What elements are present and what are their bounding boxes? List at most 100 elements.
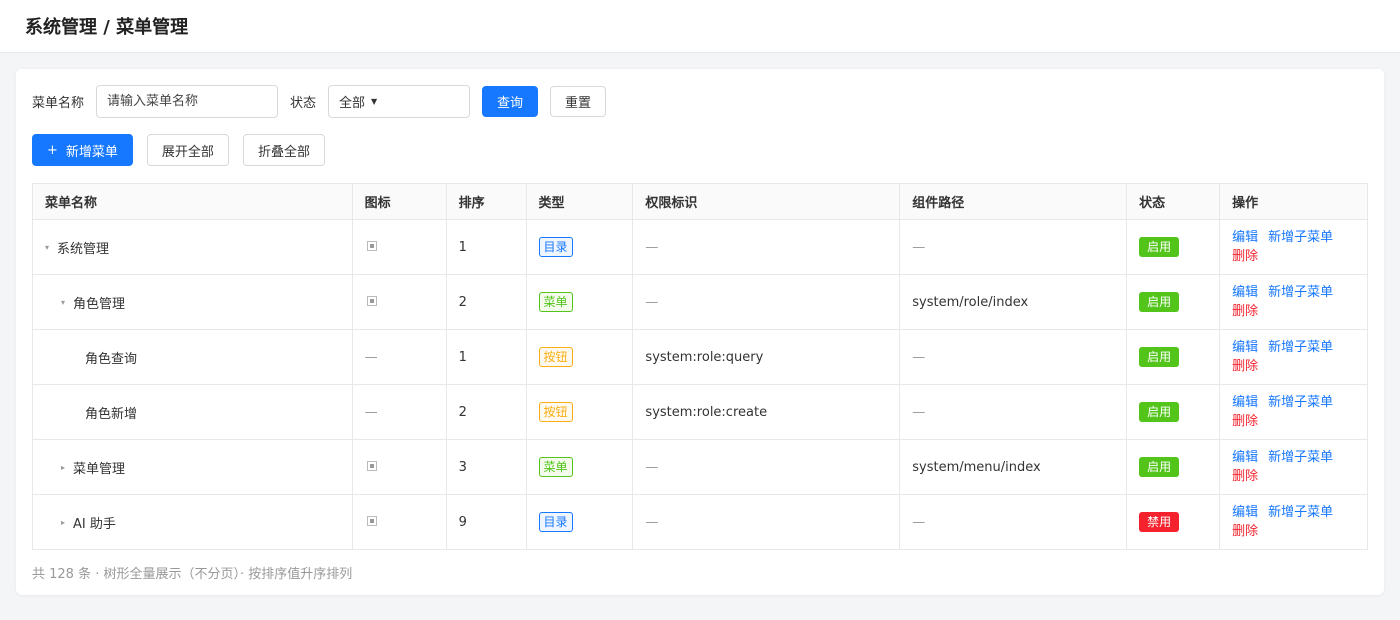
sort-cell: 2 [445,274,527,330]
add-child-link[interactable]: 新增子菜单 [1268,340,1333,355]
perm-cell: — [632,439,901,495]
col-header: 操作 [1219,183,1368,220]
add-menu-button[interactable]: + 新增菜单 [32,134,133,166]
status-select[interactable]: 全部 ▼ [328,85,471,118]
path-cell: system/menu/index [899,439,1128,495]
edit-link[interactable]: 编辑 [1232,395,1258,410]
reset-button[interactable]: 重置 [550,86,607,117]
perm-value: — [645,514,659,530]
type-cell: 目录 [525,494,634,550]
filter-bar: 菜单名称 状态 全部 ▼ 查询 重置 [32,85,607,118]
icon-cell [351,494,447,550]
name-cell: ▸ AI 助手 [32,494,353,550]
main-card: 菜单名称 状态 全部 ▼ 查询 重置 + 新增菜单 展开全部 折叠全部 菜单名称… [16,69,1384,595]
icon-cell [351,439,447,495]
status-badge: 启用 [1139,402,1180,422]
path-value: system/role/index [912,294,1029,310]
status-cell: 启用 [1126,219,1221,275]
delete-link[interactable]: 删除 [1232,524,1258,539]
status-select-value: 全部 [339,96,366,111]
tree-toggle-icon[interactable]: ▾ [61,298,73,307]
path-cell: system/role/index [899,274,1128,330]
delete-link[interactable]: 删除 [1232,469,1258,484]
page-header: 系统管理 / 菜单管理 [0,0,1400,53]
table-row: ▾ 角色管理 2 菜单 — system/role/index 启用 编辑 新增子菜单 删除 [32,274,1368,330]
edit-link[interactable]: 编辑 [1232,450,1258,465]
ops-cell: 编辑 新增子菜单 删除 [1219,219,1368,275]
col-header: 排序 [445,183,527,220]
ops-cell: 编辑 新增子菜单 删除 [1219,494,1368,550]
delete-link[interactable]: 删除 [1232,304,1258,319]
delete-link[interactable]: 删除 [1232,359,1258,374]
tree-toggle-icon[interactable]: ▸ [61,518,73,527]
caret-down-icon: ▼ [371,97,378,106]
menu-icon [366,515,377,526]
perm-cell: system:role:query [632,329,901,385]
action-bar: + 新增菜单 展开全部 折叠全部 [32,134,325,166]
menu-name: 角色新增 [85,406,138,422]
ops-cell: 编辑 新增子菜单 删除 [1219,329,1368,385]
delete-link[interactable]: 删除 [1232,249,1258,264]
menu-icon [366,295,377,306]
expand-all-button[interactable]: 展开全部 [146,134,229,166]
col-header: 图标 [351,183,447,220]
status-badge: 启用 [1139,237,1180,257]
icon-cell [351,274,447,330]
path-cell: — [899,329,1128,385]
status-badge: 启用 [1139,292,1180,312]
menu-table: 菜单名称 图标 排序 类型 权限标识 组件路径 状态 操作 ▾ 系统管理 1 目录 — —… [32,183,1368,550]
empty-value: — [364,404,378,420]
table-header-row: 菜单名称 图标 排序 类型 权限标识 组件路径 状态 操作 [32,183,1368,220]
menu-name: AI 助手 [73,516,116,532]
edit-link[interactable]: 编辑 [1232,340,1258,355]
path-value: — [912,404,926,420]
add-child-link[interactable]: 新增子菜单 [1268,285,1333,300]
ops-cell: 编辑 新增子菜单 删除 [1219,439,1368,495]
perm-value: system:role:query [645,349,764,365]
col-header: 菜单名称 [32,183,353,220]
status-badge: 禁用 [1139,512,1180,532]
table-row: 角色查询 — 1 按钮 system:role:query — 启用 编辑 新增子菜单 删除 [32,329,1368,385]
name-cell: ▾ 系统管理 [32,219,353,275]
perm-cell: — [632,494,901,550]
menu-icon [366,460,377,471]
perm-value: — [645,239,659,255]
edit-link[interactable]: 编辑 [1232,505,1258,520]
path-value: system/menu/index [912,459,1041,475]
edit-link[interactable]: 编辑 [1232,230,1258,245]
path-cell: — [899,384,1128,440]
name-cell: 角色查询 [32,329,353,385]
tree-toggle-icon[interactable]: ▸ [61,463,73,472]
menu-name-input[interactable] [96,85,279,118]
menu-icon [366,240,377,251]
tree-toggle-icon[interactable]: ▾ [45,243,57,252]
plus-icon: + [47,142,58,158]
edit-link[interactable]: 编辑 [1232,285,1258,300]
status-cell: 启用 [1126,384,1221,440]
perm-value: system:role:create [645,404,768,420]
add-child-link[interactable]: 新增子菜单 [1268,395,1333,410]
type-tag: 菜单 [538,457,573,477]
add-child-link[interactable]: 新增子菜单 [1268,450,1333,465]
status-label: 状态 [290,96,317,111]
type-tag: 按钮 [538,402,573,422]
add-child-link[interactable]: 新增子菜单 [1268,230,1333,245]
name-cell: ▸ 菜单管理 [32,439,353,495]
status-cell: 禁用 [1126,494,1221,550]
type-tag: 菜单 [538,292,573,312]
menu-name: 角色管理 [73,296,126,312]
query-button[interactable]: 查询 [482,86,539,117]
perm-cell: system:role:create [632,384,901,440]
menu-name: 菜单管理 [73,461,126,477]
menu-name: 角色查询 [85,351,138,367]
path-cell: — [899,219,1128,275]
status-badge: 启用 [1139,457,1180,477]
col-header: 组件路径 [899,183,1128,220]
col-header: 类型 [525,183,634,220]
path-value: — [912,239,926,255]
collapse-all-button[interactable]: 折叠全部 [242,134,325,166]
sort-cell: 3 [445,439,527,495]
add-child-link[interactable]: 新增子菜单 [1268,505,1333,520]
menu-name: 系统管理 [57,241,110,257]
delete-link[interactable]: 删除 [1232,414,1258,429]
